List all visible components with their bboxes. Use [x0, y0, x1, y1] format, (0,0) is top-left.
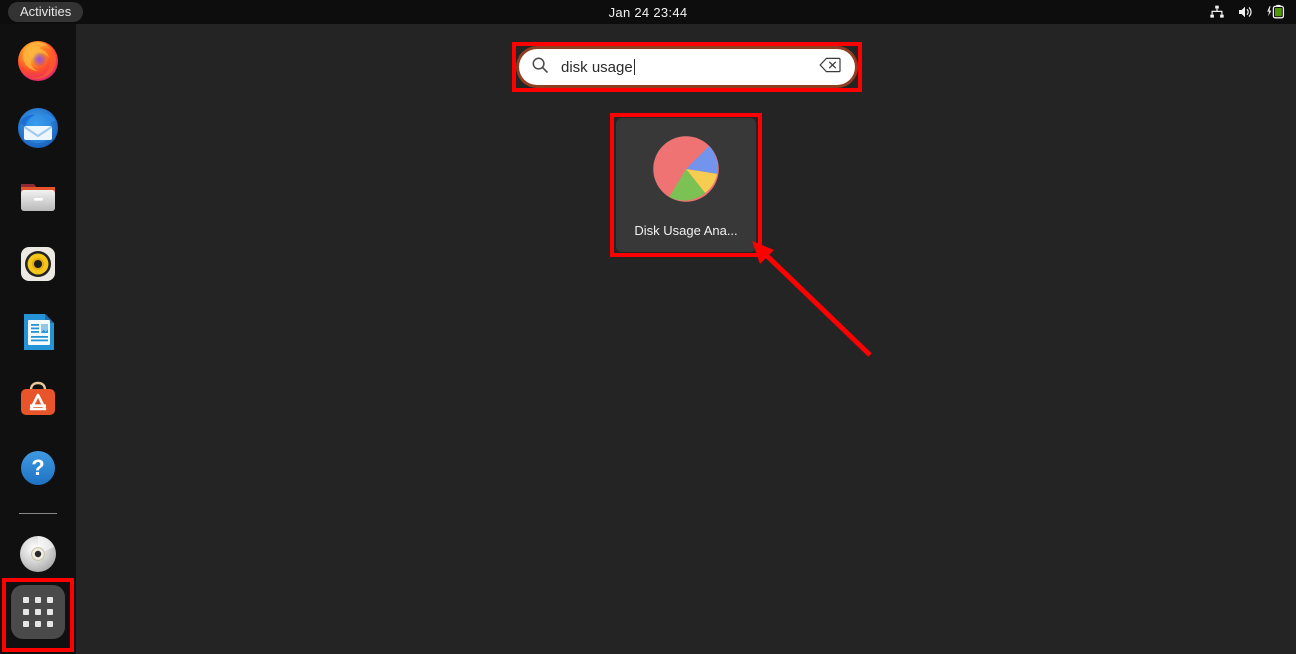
- dock-item-thunderbird[interactable]: [14, 104, 62, 152]
- pointer-arrow: [752, 241, 872, 357]
- top-bar: Activities Jan 24 23:44: [0, 0, 1296, 24]
- desktop-screen: Activities Jan 24 23:44 ? disk usage Dis…: [0, 0, 1296, 654]
- search-result-app-label: Disk Usage Ana...: [634, 223, 738, 238]
- search-result-app[interactable]: Disk Usage Ana...: [616, 118, 756, 252]
- search-value-text: disk usage: [561, 58, 633, 76]
- backspace-clear-icon[interactable]: [819, 57, 841, 78]
- apps-grid-icon: [23, 597, 53, 627]
- network-wired-icon: [1209, 4, 1225, 20]
- dock-item-rhythmbox[interactable]: [14, 240, 62, 288]
- search-input[interactable]: disk usage: [519, 49, 855, 85]
- dock-item-ubuntu-software[interactable]: [14, 376, 62, 424]
- dock-item-help[interactable]: ?: [14, 444, 62, 492]
- dock-item-libreoffice-writer[interactable]: [14, 308, 62, 356]
- show-applications-wrapper: [6, 580, 70, 644]
- dock-item-firefox[interactable]: [14, 36, 62, 84]
- system-tray[interactable]: [1209, 0, 1288, 24]
- show-applications-button[interactable]: [11, 585, 65, 639]
- disk-usage-analyzer-pie-icon: [647, 130, 725, 213]
- dock-separator: [19, 513, 57, 514]
- volume-icon: [1237, 4, 1254, 20]
- dock-item-files[interactable]: [14, 172, 62, 220]
- search-input-value: disk usage: [561, 58, 636, 76]
- dock-item-cd-disc[interactable]: [14, 530, 62, 578]
- search-icon: [531, 56, 549, 79]
- text-caret: [633, 58, 636, 75]
- battery-charging-icon: [1266, 4, 1288, 20]
- clock[interactable]: Jan 24 23:44: [0, 5, 1296, 20]
- dock: ?: [0, 24, 76, 654]
- svg-text:?: ?: [31, 455, 44, 480]
